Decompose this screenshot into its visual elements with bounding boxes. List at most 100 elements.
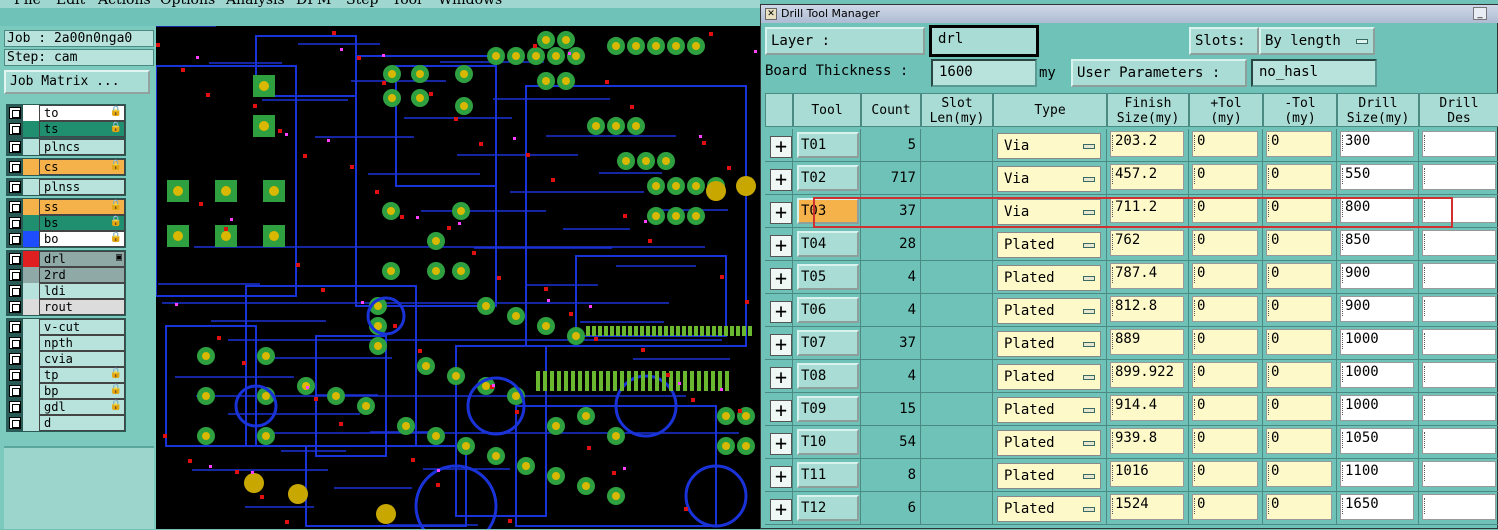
- type-dropdown[interactable]: Via: [997, 133, 1101, 159]
- type-dropdown[interactable]: Plated: [997, 430, 1101, 456]
- user-parameters-button[interactable]: User Parameters :: [1071, 59, 1247, 87]
- menu-edit[interactable]: Edit: [56, 0, 85, 8]
- type-dropdown[interactable]: Plated: [997, 265, 1101, 291]
- table-row[interactable]: + T05 4 Plated 787.4 0 0 900: [765, 261, 1498, 294]
- menu-dfm[interactable]: DFM: [296, 0, 331, 8]
- finish-size-input[interactable]: 812.8: [1110, 296, 1184, 322]
- table-row[interactable]: + T06 4 Plated 812.8 0 0 900: [765, 294, 1498, 327]
- minus-tol-input[interactable]: 0: [1266, 230, 1332, 256]
- minus-tol-input[interactable]: 0: [1266, 296, 1332, 322]
- layer-row-plnss[interactable]: plnss: [7, 179, 125, 195]
- layer-checkbox[interactable]: [9, 321, 21, 333]
- finish-size-input[interactable]: 899.922: [1110, 362, 1184, 388]
- layer-checkbox[interactable]: [9, 385, 21, 397]
- tool-button[interactable]: T12: [797, 495, 859, 521]
- type-dropdown[interactable]: Via: [997, 166, 1101, 192]
- type-dropdown[interactable]: Plated: [997, 298, 1101, 324]
- table-row[interactable]: + T02 717 Via 457.2 0 0 550: [765, 162, 1498, 195]
- drill-size-input[interactable]: 1650: [1340, 494, 1414, 520]
- layer-row-to[interactable]: to 🔒: [7, 105, 125, 121]
- layer-field[interactable]: drl: [929, 25, 1039, 57]
- drill-des-input[interactable]: [1422, 461, 1496, 487]
- window-titlebar[interactable]: ✕ Drill Tool Manager _: [761, 5, 1498, 23]
- expand-plus-icon[interactable]: +: [770, 136, 792, 158]
- plus-tol-input[interactable]: 0: [1192, 494, 1258, 520]
- layer-row-ss[interactable]: ss 🔒: [7, 199, 125, 215]
- minus-tol-input[interactable]: 0: [1266, 428, 1332, 454]
- layer-row-npth[interactable]: npth: [7, 335, 125, 351]
- tool-button[interactable]: T09: [797, 396, 859, 422]
- layer-checkbox[interactable]: [9, 285, 21, 297]
- type-dropdown[interactable]: Via: [997, 199, 1101, 225]
- expand-plus-icon[interactable]: +: [770, 499, 792, 521]
- layer-row-rout[interactable]: rout: [7, 299, 125, 315]
- minus-tol-input[interactable]: 0: [1266, 494, 1332, 520]
- plus-tol-input[interactable]: 0: [1192, 131, 1258, 157]
- drill-size-input[interactable]: 900: [1340, 296, 1414, 322]
- pcb-graphic-view[interactable]: [156, 26, 760, 529]
- layer-checkbox[interactable]: [9, 269, 21, 281]
- drill-size-input[interactable]: 550: [1340, 164, 1414, 190]
- plus-tol-input[interactable]: 0: [1192, 296, 1258, 322]
- table-row[interactable]: + T03 37 Via 711.2 0 0 800: [765, 195, 1498, 228]
- menu-file[interactable]: File: [14, 0, 41, 8]
- menu-tool[interactable]: Tool: [392, 0, 422, 8]
- layer-row-plncs[interactable]: plncs: [7, 139, 125, 155]
- table-row[interactable]: + T08 4 Plated 899.922 0 0 1000: [765, 360, 1498, 393]
- finish-size-input[interactable]: 457.2: [1110, 164, 1184, 190]
- finish-size-input[interactable]: 1524: [1110, 494, 1184, 520]
- plus-tol-input[interactable]: 0: [1192, 263, 1258, 289]
- minus-tol-input[interactable]: 0: [1266, 164, 1332, 190]
- layer-row-cs[interactable]: cs 🔒: [7, 159, 125, 175]
- minus-tol-input[interactable]: 0: [1266, 131, 1332, 157]
- plus-tol-input[interactable]: 0: [1192, 197, 1258, 223]
- expand-plus-icon[interactable]: +: [770, 235, 792, 257]
- type-dropdown[interactable]: Plated: [997, 232, 1101, 258]
- minus-tol-input[interactable]: 0: [1266, 263, 1332, 289]
- table-row[interactable]: + T12 6 Plated 1524 0 0 1650: [765, 492, 1498, 525]
- table-row[interactable]: + T10 54 Plated 939.8 0 0 1050: [765, 426, 1498, 459]
- layer-row-d[interactable]: d: [7, 415, 125, 431]
- layer-checkbox[interactable]: [9, 217, 21, 229]
- expand-plus-icon[interactable]: +: [770, 433, 792, 455]
- expand-plus-icon[interactable]: +: [770, 367, 792, 389]
- type-dropdown[interactable]: Plated: [997, 397, 1101, 423]
- drill-des-input[interactable]: [1422, 494, 1496, 520]
- plus-tol-input[interactable]: 0: [1192, 164, 1258, 190]
- layer-row-gdl[interactable]: gdl 🔒: [7, 399, 125, 415]
- drill-des-input[interactable]: [1422, 230, 1496, 256]
- layer-checkbox[interactable]: [9, 337, 21, 349]
- finish-size-input[interactable]: 203.2: [1110, 131, 1184, 157]
- layer-checkbox[interactable]: [9, 181, 21, 193]
- drill-size-input[interactable]: 1100: [1340, 461, 1414, 487]
- plus-tol-input[interactable]: 0: [1192, 395, 1258, 421]
- expand-plus-icon[interactable]: +: [770, 268, 792, 290]
- drill-size-input[interactable]: 300: [1340, 131, 1414, 157]
- finish-size-input[interactable]: 939.8: [1110, 428, 1184, 454]
- drill-des-input[interactable]: [1422, 296, 1496, 322]
- table-row[interactable]: + T01 5 Via 203.2 0 0 300: [765, 129, 1498, 162]
- layer-checkbox[interactable]: [9, 107, 21, 119]
- drill-des-input[interactable]: [1422, 197, 1496, 223]
- finish-size-input[interactable]: 1016: [1110, 461, 1184, 487]
- menu-windows[interactable]: Windows: [438, 0, 502, 8]
- minus-tol-input[interactable]: 0: [1266, 362, 1332, 388]
- layer-row-bs[interactable]: bs 🔒: [7, 215, 125, 231]
- drill-size-input[interactable]: 850: [1340, 230, 1414, 256]
- finish-size-input[interactable]: 889: [1110, 329, 1184, 355]
- drill-size-input[interactable]: 1000: [1340, 362, 1414, 388]
- layer-checkbox[interactable]: [9, 253, 21, 265]
- layer-checkbox[interactable]: [9, 369, 21, 381]
- tool-button[interactable]: T08: [797, 363, 859, 389]
- layer-checkbox[interactable]: [9, 161, 21, 173]
- table-row[interactable]: + T09 15 Plated 914.4 0 0 1000: [765, 393, 1498, 426]
- drill-des-input[interactable]: [1422, 428, 1496, 454]
- drill-size-input[interactable]: 1000: [1340, 395, 1414, 421]
- plus-tol-input[interactable]: 0: [1192, 428, 1258, 454]
- drill-des-input[interactable]: [1422, 263, 1496, 289]
- user-parameters-field[interactable]: no_hasl: [1251, 59, 1377, 87]
- layer-checkbox[interactable]: [9, 353, 21, 365]
- layer-row-bp[interactable]: bp 🔒: [7, 383, 125, 399]
- layer-row-tp[interactable]: tp 🔒: [7, 367, 125, 383]
- tool-button[interactable]: T10: [797, 429, 859, 455]
